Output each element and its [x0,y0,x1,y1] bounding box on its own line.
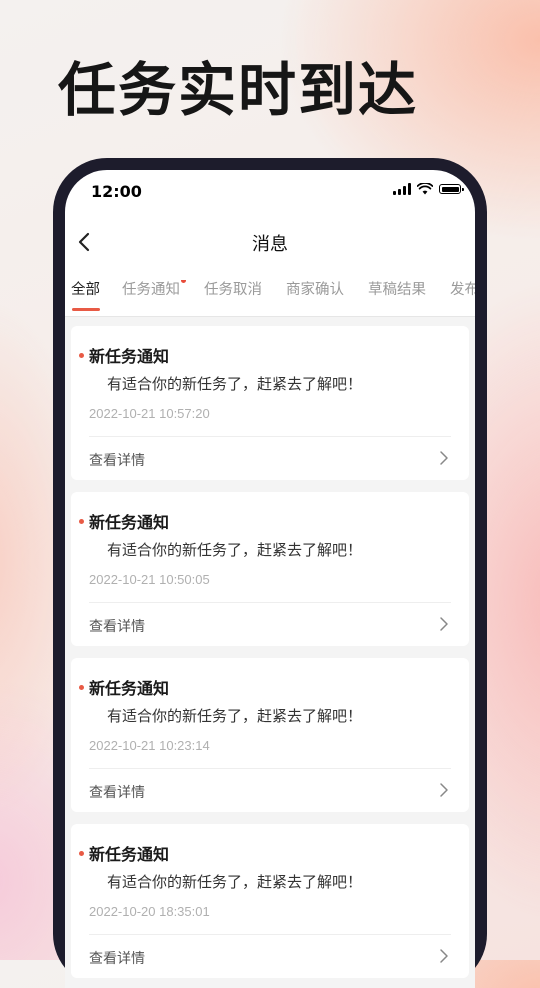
chevron-right-icon[interactable] [437,450,451,466]
message-title: 新任务通知 [89,347,170,366]
message-list: 新任务通知 有适合你的新任务了，赶紧去了解吧！ 2022-10-21 10:57… [65,317,475,988]
nav-bar: 消息 [65,222,475,262]
hero-title: 任务实时到达 [58,56,419,124]
view-details-link[interactable]: 查看详情 [89,450,145,470]
active-tab-indicator [72,308,100,311]
message-body: 有适合你的新任务了，赶紧去了解吧！ [107,707,363,725]
message-title: 新任务通知 [89,845,170,864]
page-title: 消息 [252,234,288,255]
card-divider [89,436,451,437]
card-divider [89,602,451,603]
phone-frame: 12:00 消息 全部 任务通知 任务取消 商家确认 草稿结果 发布 新任务通知… [53,158,487,988]
view-details-link[interactable]: 查看详情 [89,616,145,636]
message-title: 新任务通知 [89,513,170,532]
battery-icon [439,184,464,194]
view-details-link[interactable]: 查看详情 [89,948,145,968]
unread-dot [79,685,84,690]
message-time: 2022-10-21 10:23:14 [89,738,210,753]
phone-screen: 12:00 消息 全部 任务通知 任务取消 商家确认 草稿结果 发布 新任务通知… [65,170,475,988]
chevron-right-icon[interactable] [437,616,451,632]
tab-publish[interactable]: 发布 [450,280,475,300]
chevron-right-icon[interactable] [437,948,451,964]
message-card[interactable]: 新任务通知 有适合你的新任务了，赶紧去了解吧！ 2022-10-21 10:50… [71,492,469,646]
tab-bar: 全部 任务通知 任务取消 商家确认 草稿结果 发布 [65,280,475,316]
status-bar: 12:00 [65,170,475,212]
status-time: 12:00 [91,182,142,201]
wifi-icon [417,183,433,195]
message-title: 新任务通知 [89,679,170,698]
message-time: 2022-10-21 10:57:20 [89,406,210,421]
message-body: 有适合你的新任务了，赶紧去了解吧！ [107,873,363,891]
tab-all[interactable]: 全部 [71,280,100,300]
tab-draft-result[interactable]: 草稿结果 [368,280,426,300]
chevron-right-icon[interactable] [437,782,451,798]
tab-merchant-confirm[interactable]: 商家确认 [286,280,344,300]
signal-icon [393,183,411,195]
unread-dot [79,353,84,358]
message-body: 有适合你的新任务了，赶紧去了解吧！ [107,541,363,559]
tab-task-cancel[interactable]: 任务取消 [204,280,262,300]
status-icons [393,183,464,195]
unread-dot [79,851,84,856]
message-card[interactable]: 新任务通知 有适合你的新任务了，赶紧去了解吧！ 2022-10-20 18:35… [71,824,469,978]
card-divider [89,934,451,935]
unread-dot [79,519,84,524]
message-card[interactable]: 新任务通知 有适合你的新任务了，赶紧去了解吧！ 2022-10-21 10:23… [71,658,469,812]
unread-dot [181,280,186,283]
tab-task-notice[interactable]: 任务通知 [122,280,180,300]
card-divider [89,768,451,769]
view-details-link[interactable]: 查看详情 [89,782,145,802]
message-time: 2022-10-21 10:50:05 [89,572,210,587]
message-card[interactable]: 新任务通知 有适合你的新任务了，赶紧去了解吧！ 2022-10-21 10:57… [71,326,469,480]
message-body: 有适合你的新任务了，赶紧去了解吧！ [107,375,363,393]
message-time: 2022-10-20 18:35:01 [89,904,210,919]
